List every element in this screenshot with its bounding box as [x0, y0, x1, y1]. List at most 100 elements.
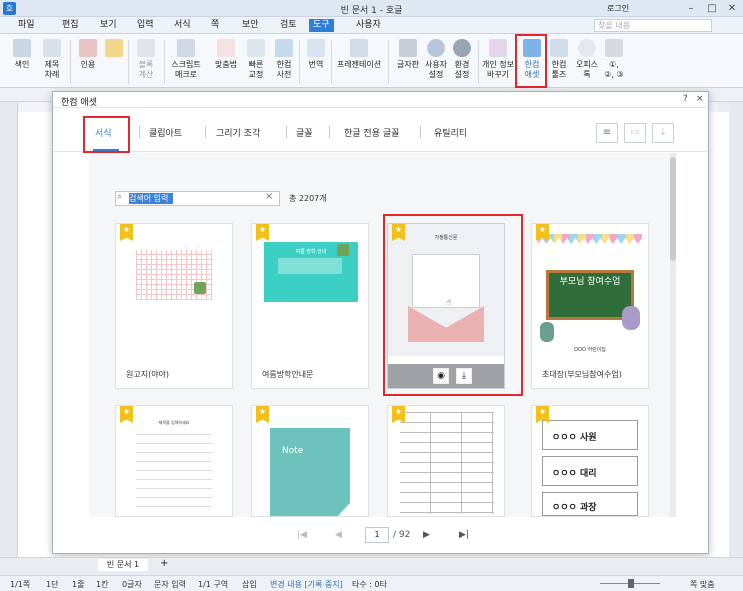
card-highlight	[383, 214, 523, 396]
status-char-count: 0글자	[122, 580, 142, 589]
dialog-close-button[interactable]: ×	[696, 94, 704, 104]
toc-icon	[43, 39, 61, 57]
status-track-changes[interactable]: 변경 내용 [기록 중지]	[270, 579, 343, 590]
numbering-button[interactable]: ①, ②, ③	[598, 37, 630, 87]
app-icon: 호	[3, 2, 16, 15]
scroll-thumb[interactable]	[670, 157, 676, 261]
vertical-scrollbar[interactable]	[729, 102, 743, 557]
asset-card-7[interactable]: ★	[387, 405, 505, 517]
menu-view[interactable]: 보기	[96, 19, 121, 32]
tab-utilities[interactable]: 유틸리티	[434, 126, 467, 139]
user-icon	[427, 39, 445, 57]
last-page-button[interactable]: ▶|	[459, 530, 469, 540]
prev-page-button[interactable]: ◀	[335, 530, 342, 540]
card-name: 원고지(야야)	[126, 370, 170, 379]
abc-icon	[247, 39, 265, 57]
status-section: 1/1 구역	[198, 580, 229, 589]
preferences-button[interactable]: 환경 설정	[446, 37, 478, 87]
menu-security[interactable]: 보안	[238, 19, 263, 32]
card-name: 여름방학안내문	[262, 370, 314, 379]
toc-button[interactable]: 제목 차례	[36, 37, 68, 87]
spellcheck-button[interactable]: 맞춤법	[210, 37, 242, 87]
menu-review[interactable]: 검토	[276, 19, 301, 32]
character-icon	[622, 306, 640, 330]
asset-card-8[interactable]: ㅇㅇㅇ 사원 ㅇㅇㅇ 대리 ㅇㅇㅇ 과장 ★	[531, 405, 649, 517]
numbering-icon	[605, 39, 623, 57]
next-page-button[interactable]: ▶	[423, 530, 430, 540]
privacy-replace-button[interactable]: 개인 정보 바꾸기	[480, 37, 516, 87]
script-button[interactable]: 스크립트 매크로	[168, 37, 204, 87]
card-thumbnail	[388, 406, 504, 516]
help-button[interactable]: ?	[683, 94, 688, 104]
status-column: 1단	[46, 580, 59, 589]
pen-icon	[105, 39, 123, 57]
settings-sliders-icon[interactable]: ≡	[596, 123, 618, 143]
card-thumbnail	[116, 224, 232, 356]
copy-icon[interactable]: ▭	[624, 123, 646, 143]
script-icon	[177, 39, 195, 57]
menu-tools[interactable]: 도구	[309, 19, 334, 32]
asset-card-1[interactable]: ★ 원고지(야야)	[115, 223, 233, 389]
menu-user[interactable]: 사용자	[352, 19, 385, 32]
asset-card-2[interactable]: 여름 방학 안내 ★ 여름방학안내문	[251, 223, 369, 389]
page-number-input[interactable]: 1	[365, 527, 389, 543]
menu-page[interactable]: 쪽	[207, 19, 223, 32]
tab-highlight	[83, 116, 130, 153]
spellcheck-icon	[217, 39, 235, 57]
add-tab-button[interactable]: +	[160, 558, 168, 569]
card-thumbnail: ㅇㅇㅇ 사원 ㅇㅇㅇ 대리 ㅇㅇㅇ 과장	[532, 406, 648, 516]
asset-dialog: 한컴 애셋 ? × 서식 클립아트 그리기 조각 글꼴 한글 전용 글꼴 유틸리…	[52, 91, 709, 554]
dialog-header: 한컴 애셋 ? ×	[53, 92, 708, 108]
tab-fonts[interactable]: 글꼴	[296, 126, 313, 139]
index-button[interactable]: 색인	[6, 37, 38, 87]
card-thumbnail: Note	[252, 406, 368, 516]
ribbon: 색인 제목 차례 인용 블록 계산 스크립트 매크로 맞춤법 빠른 교정 한컴 사전 번역…	[0, 34, 743, 88]
menu-edit[interactable]: 편집	[58, 19, 83, 32]
asset-card-4[interactable]: 부모님 참여수업 OOO 어린이집 ★ 초대장(부모님참여수업)	[531, 223, 649, 389]
menu-format[interactable]: 서식	[170, 19, 195, 32]
citation-icon	[79, 39, 97, 57]
character-icon	[337, 244, 349, 256]
gear-icon	[453, 39, 471, 57]
find-input[interactable]: 찾을 내용	[594, 19, 712, 32]
login-button[interactable]: 로그인	[607, 2, 653, 15]
status-page: 1/1쪽	[10, 580, 31, 589]
total-count: 총 2207개	[289, 194, 327, 203]
status-keystrokes: 타수 : 0타	[352, 580, 387, 589]
tab-clipart[interactable]: 클립아트	[149, 126, 182, 139]
tools-grid-icon	[550, 39, 568, 57]
pen-button[interactable]	[98, 37, 130, 87]
document-tabs: 빈 문서 1 +	[0, 557, 743, 571]
asset-card-5[interactable]: 제목을 입력하세요 ★	[115, 405, 233, 517]
search-icon: ⌕	[117, 192, 123, 202]
asset-card-6[interactable]: Note ★	[251, 405, 369, 517]
card-thumbnail: 부모님 참여수업 OOO 어린이집	[532, 224, 648, 356]
tab-hangul-fonts[interactable]: 한글 전용 글꼴	[344, 126, 399, 139]
translate-icon	[307, 39, 325, 57]
tab-drawing-pieces[interactable]: 그리기 조각	[216, 126, 260, 139]
translate-button[interactable]: 번역	[300, 37, 332, 87]
character-icon	[194, 282, 206, 294]
zoom-fit-button[interactable]: 쪽 맞춤	[690, 579, 715, 590]
privacy-icon	[489, 39, 507, 57]
status-input-mode: 문자 입력	[154, 580, 186, 589]
status-bar: 1/1쪽 1단 1줄 1칸 0글자 문자 입력 1/1 구역 삽입 변경 내용 …	[0, 575, 743, 591]
menu-file[interactable]: 파일	[14, 19, 39, 32]
card-thumbnail: 제목을 입력하세요	[116, 406, 232, 516]
dictionary-button[interactable]: 한컴 사전	[268, 37, 300, 87]
block-calc-button[interactable]: 블록 계산	[130, 37, 162, 87]
maximize-button[interactable]: □	[701, 1, 723, 16]
asset-search-input[interactable]: 검색어 입력	[129, 192, 259, 205]
clear-search-icon[interactable]: ×	[265, 191, 273, 202]
close-window-button[interactable]: ✕	[721, 1, 743, 16]
menu-insert[interactable]: 입력	[133, 19, 158, 32]
page-total: / 92	[393, 530, 411, 540]
download-icon[interactable]: ↓	[652, 123, 674, 143]
presentation-button[interactable]: 프레젠테이션	[336, 37, 382, 87]
first-page-button[interactable]: |◀	[297, 530, 307, 540]
dictionary-icon	[275, 39, 293, 57]
status-insert[interactable]: 삽입	[242, 579, 257, 590]
zoom-slider-thumb[interactable]	[628, 579, 634, 588]
doc-tab[interactable]: 빈 문서 1	[98, 559, 148, 571]
minimize-button[interactable]: –	[680, 1, 702, 16]
